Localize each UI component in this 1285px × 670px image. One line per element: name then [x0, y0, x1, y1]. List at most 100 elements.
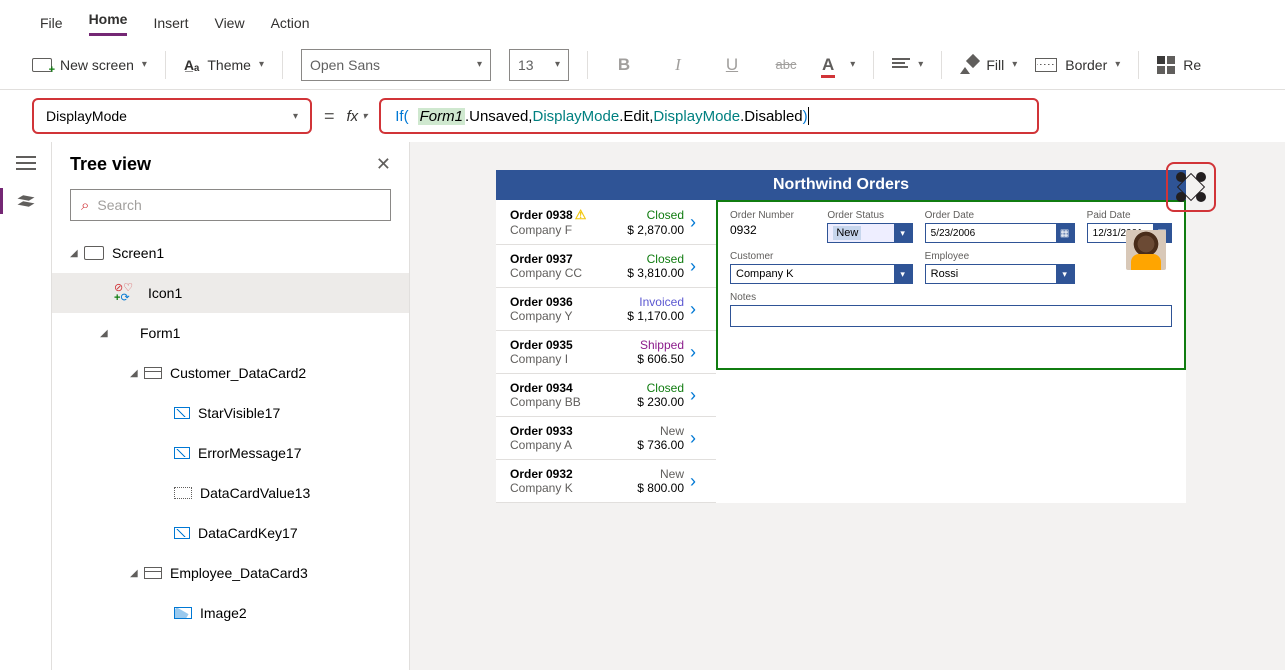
- border-button[interactable]: Border ▾: [1035, 57, 1120, 73]
- menu-home[interactable]: Home: [89, 11, 128, 36]
- close-icon[interactable]: ✕: [376, 154, 391, 175]
- border-icon: [1035, 58, 1057, 72]
- menu-action[interactable]: Action: [271, 15, 310, 31]
- order-company: Company K: [510, 481, 631, 495]
- order-number: Order 0938⚠: [510, 207, 621, 223]
- strikethrough-button[interactable]: abc: [768, 57, 804, 72]
- order-date-picker[interactable]: 5/23/2006▦: [925, 223, 1075, 243]
- datacard-icon: [144, 367, 162, 379]
- order-amount: $ 3,810.00: [627, 266, 684, 280]
- app-canvas[interactable]: Northwind Orders Order 0938⚠Closed›Compa…: [496, 170, 1186, 503]
- order-company: Company CC: [510, 266, 621, 280]
- screen-icon: [84, 246, 104, 260]
- selection-handle[interactable]: [1166, 162, 1216, 212]
- paint-bucket-icon: [960, 56, 978, 74]
- font-value: Open Sans: [310, 57, 380, 73]
- tree-label: Image2: [200, 605, 247, 621]
- theme-button[interactable]: A̲ₐ Theme ▾: [184, 57, 264, 73]
- tree-label: Customer_DataCard2: [170, 365, 306, 381]
- tree-label: DataCardKey17: [198, 525, 298, 541]
- collapse-icon[interactable]: ◢: [100, 328, 114, 339]
- collapse-icon[interactable]: ◢: [130, 368, 144, 379]
- reorder-button[interactable]: Re: [1157, 56, 1201, 74]
- orders-gallery[interactable]: Order 0938⚠Closed›Company F$ 2,870.00Ord…: [496, 200, 716, 503]
- order-company: Company F: [510, 223, 621, 237]
- tree-item-form1[interactable]: ◢ Form1: [52, 313, 409, 353]
- order-item[interactable]: Order 0938⚠Closed›Company F$ 2,870.00: [496, 200, 716, 245]
- align-button[interactable]: ▾: [892, 58, 923, 72]
- order-status: New: [637, 424, 684, 438]
- label-icon: [174, 447, 190, 459]
- notes-input[interactable]: [730, 305, 1172, 327]
- theme-icon: A̲ₐ: [184, 57, 199, 73]
- equals-sign: =: [324, 106, 335, 127]
- order-status-combo[interactable]: New▾: [827, 223, 912, 243]
- tree-item-starvisible[interactable]: StarVisible17: [52, 393, 409, 433]
- chevron-down-icon: ▾: [259, 59, 264, 70]
- order-item[interactable]: Order 0934Closed›Company BB$ 230.00: [496, 374, 716, 417]
- hamburger-icon[interactable]: [16, 156, 36, 170]
- tree-label: Form1: [140, 325, 180, 341]
- order-status: New: [637, 467, 684, 481]
- warning-icon: ⚠: [575, 207, 587, 223]
- chevron-down-icon: ▾: [918, 59, 923, 70]
- employee-combo[interactable]: Rossi▾: [925, 264, 1075, 284]
- chevron-right-icon: ›: [690, 256, 706, 277]
- bold-button[interactable]: B: [606, 55, 642, 75]
- chevron-right-icon: ›: [690, 385, 706, 406]
- tree-item-employee-card[interactable]: ◢ Employee_DataCard3: [52, 553, 409, 593]
- tree-item-customer-card[interactable]: ◢ Customer_DataCard2: [52, 353, 409, 393]
- chevron-down-icon: ▾: [1056, 265, 1074, 283]
- order-status: Shipped: [637, 338, 684, 352]
- collapse-icon[interactable]: ◢: [130, 568, 144, 579]
- chevron-right-icon: ›: [690, 471, 706, 492]
- menu-file[interactable]: File: [40, 15, 63, 31]
- underline-button[interactable]: U: [714, 55, 750, 75]
- property-select[interactable]: DisplayMode ▾: [32, 98, 312, 134]
- collapse-icon[interactable]: ◢: [70, 248, 84, 259]
- property-value: DisplayMode: [46, 108, 127, 124]
- tree-item-datacardkey[interactable]: DataCardKey17: [52, 513, 409, 553]
- order-item[interactable]: Order 0935Shipped›Company I$ 606.50: [496, 331, 716, 374]
- fill-label: Fill: [986, 57, 1004, 73]
- italic-button[interactable]: I: [660, 55, 696, 75]
- datacard-icon: [144, 567, 162, 579]
- tree-item-icon1[interactable]: ⊘♡ +⟳ Icon1: [52, 273, 409, 313]
- font-color-button[interactable]: A ▾: [822, 55, 855, 75]
- drag-handle-icon: [1176, 172, 1206, 202]
- chevron-down-icon: ▾: [894, 265, 912, 283]
- customer-combo[interactable]: Company K▾: [730, 264, 913, 284]
- font-size-select[interactable]: 13 ▾: [509, 49, 569, 81]
- fill-button[interactable]: Fill ▾: [960, 56, 1017, 74]
- order-item[interactable]: Order 0937Closed›Company CC$ 3,810.00: [496, 245, 716, 288]
- tree-label: ErrorMessage17: [198, 445, 302, 461]
- new-screen-button[interactable]: New screen ▾: [32, 57, 147, 73]
- tree-label: Icon1: [148, 285, 182, 301]
- reorder-label: Re: [1183, 57, 1201, 73]
- employee-label: Employee: [925, 251, 1075, 262]
- tree-item-datacardvalue[interactable]: DataCardValue13: [52, 473, 409, 513]
- order-number: Order 0934: [510, 381, 631, 395]
- formula-input[interactable]: If( Form1.Unsaved, DisplayMode.Edit, Dis…: [379, 98, 1039, 134]
- tree-label: DataCardValue13: [200, 485, 310, 501]
- order-date-label: Order Date: [925, 210, 1075, 221]
- tree-title: Tree view: [70, 154, 151, 175]
- layers-icon: [16, 192, 36, 210]
- menu-view[interactable]: View: [214, 15, 244, 31]
- order-amount: $ 800.00: [637, 481, 684, 495]
- order-item[interactable]: Order 0936Invoiced›Company Y$ 1,170.00: [496, 288, 716, 331]
- tree-item-image2[interactable]: Image2: [52, 593, 409, 633]
- order-item[interactable]: Order 0933New›Company A$ 736.00: [496, 417, 716, 460]
- tree-item-screen1[interactable]: ◢ Screen1: [52, 233, 409, 273]
- order-item[interactable]: Order 0932New›Company K$ 800.00: [496, 460, 716, 503]
- menu-insert[interactable]: Insert: [153, 15, 188, 31]
- text-cursor: [808, 107, 809, 125]
- tree-view-tab[interactable]: [16, 192, 36, 210]
- search-input[interactable]: ⌕ Search: [70, 189, 391, 221]
- customer-label: Customer: [730, 251, 913, 262]
- tree-item-errormessage[interactable]: ErrorMessage17: [52, 433, 409, 473]
- font-select[interactable]: Open Sans ▾: [301, 49, 491, 81]
- canvas-title: Northwind Orders: [496, 170, 1186, 200]
- chevron-down-icon: ▾: [142, 59, 147, 70]
- fx-button[interactable]: fx ▾: [347, 108, 368, 125]
